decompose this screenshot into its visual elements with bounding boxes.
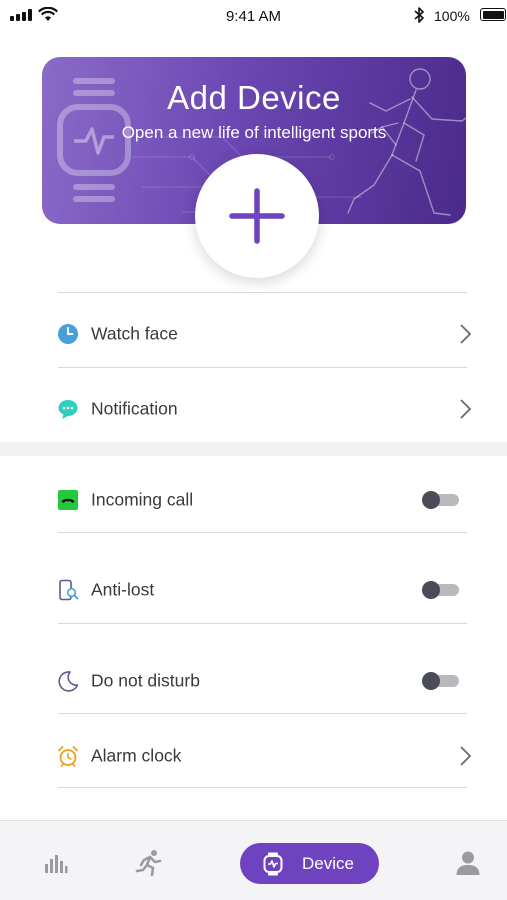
battery-percent: 100%: [434, 8, 470, 24]
notification-label: Notification: [91, 398, 178, 419]
do-not-disturb-toggle[interactable]: [422, 672, 460, 690]
divider: [58, 713, 467, 714]
plus-icon: [229, 188, 285, 244]
notification-row[interactable]: Notification: [0, 379, 507, 439]
incoming-call-row: Incoming call: [0, 470, 507, 530]
tab-bar: Device: [0, 820, 507, 900]
device-section: Add Device Open a new life of intelligen…: [0, 32, 507, 442]
bar-chart-icon[interactable]: [44, 852, 68, 874]
divider: [58, 292, 467, 293]
incoming-call-toggle[interactable]: [422, 491, 460, 509]
battery-icon: [480, 8, 506, 21]
status-time: 9:41 AM: [225, 8, 282, 25]
person-icon[interactable]: [455, 850, 481, 876]
runner-icon[interactable]: [135, 849, 163, 877]
clock-icon: [58, 324, 78, 344]
alarm-clock-label: Alarm clock: [91, 745, 182, 766]
banner-title: Add Device: [167, 79, 341, 116]
divider: [58, 367, 467, 368]
bluetooth-icon: [414, 7, 424, 23]
alarm-clock-icon: [58, 746, 78, 767]
tab-device[interactable]: Device: [240, 843, 379, 884]
anti-lost-label: Anti-lost: [91, 579, 155, 600]
chevron-right-icon: [460, 399, 472, 419]
phone-icon: [58, 490, 78, 510]
phone-search-icon: [59, 579, 79, 601]
chevron-right-icon: [460, 746, 472, 766]
banner-subtitle: Open a new life of intelligent sports: [121, 123, 387, 142]
divider: [58, 787, 467, 788]
alarm-clock-row[interactable]: Alarm clock: [0, 726, 507, 786]
status-bar: 9:41 AM 100%: [0, 0, 507, 32]
anti-lost-toggle[interactable]: [422, 581, 460, 599]
do-not-disturb-label: Do not disturb: [91, 670, 200, 691]
divider: [58, 623, 467, 624]
divider: [58, 532, 467, 533]
add-device-button[interactable]: [195, 154, 319, 278]
watch-icon: [263, 852, 283, 876]
watch-face-row[interactable]: Watch face: [0, 304, 507, 364]
tab-device-label: Device: [302, 854, 354, 873]
do-not-disturb-row: Do not disturb: [0, 651, 507, 711]
moon-icon: [58, 671, 79, 692]
chevron-right-icon: [460, 324, 472, 344]
anti-lost-row: Anti-lost: [0, 560, 507, 620]
message-icon: [58, 400, 78, 419]
watch-face-label: Watch face: [91, 323, 178, 344]
settings-section: Incoming call Anti-lost Do not disturb A…: [0, 456, 507, 856]
incoming-call-label: Incoming call: [91, 489, 194, 510]
